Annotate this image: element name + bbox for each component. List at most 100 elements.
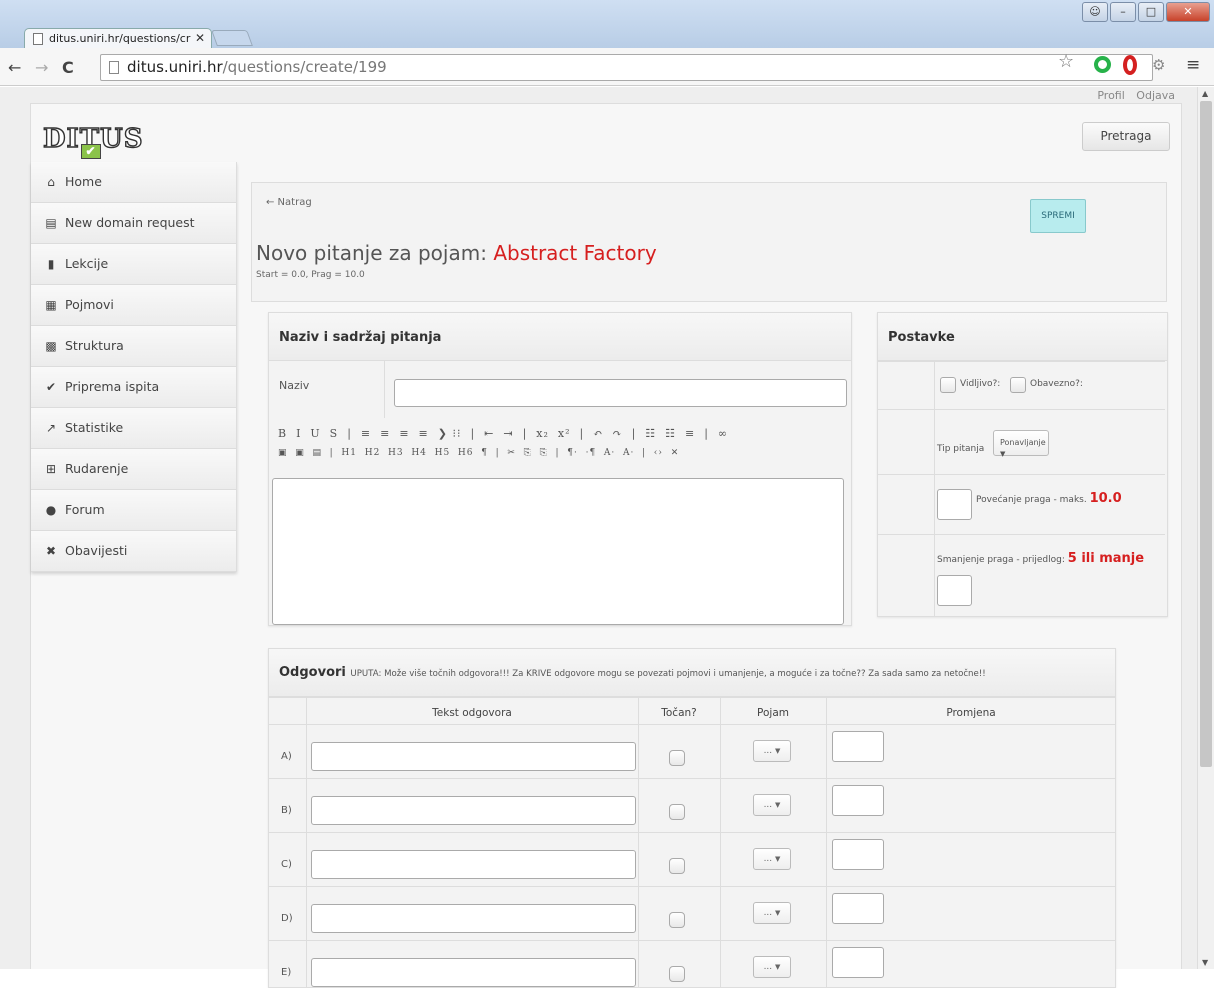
answers-panel-header: Odgovori UPUTA: Može više točnih odgovor… (269, 649, 1115, 697)
sidebar-item-struktura[interactable]: ▩ Struktura (31, 326, 236, 367)
decrease-input[interactable] (937, 575, 972, 606)
maximize-icon[interactable]: □ (1138, 2, 1164, 22)
chevron-down-icon: ▼ (775, 855, 781, 863)
answer-text-input[interactable] (311, 850, 636, 879)
sidebar-item-obavijesti[interactable]: ✖ Obavijesti (31, 531, 236, 572)
concept-dropdown[interactable]: ... ▼ (753, 956, 791, 978)
sidebar-item-statistike[interactable]: ↗ Statistike (31, 408, 236, 449)
type-label: Tip pitanja (937, 444, 985, 454)
change-input[interactable] (832, 731, 884, 762)
answers-instructions: UPUTA: Može više točnih odgovora!!! Za K… (350, 669, 986, 679)
concept-dropdown[interactable]: ... ▼ (753, 902, 791, 924)
answer-row: C)... ▼ (269, 832, 1115, 886)
scroll-thumb[interactable] (1200, 101, 1212, 767)
save-button[interactable]: SPREMI (1030, 199, 1086, 233)
close-tab-icon[interactable]: ✕ (195, 31, 205, 45)
browser-tab[interactable]: ditus.uniri.hr/questions/cr ✕ (24, 28, 212, 49)
odjava-link[interactable]: Odjava (1136, 89, 1175, 102)
new-tab-button[interactable] (211, 30, 253, 46)
sidebar-item-new-domain-request[interactable]: ▤ New domain request (31, 203, 236, 244)
type-select[interactable]: Ponavljanje ▼ (993, 430, 1049, 458)
answer-row: A) ... ▼ (269, 724, 1115, 778)
sidebar-item-rudarenje[interactable]: ⊞ Rudarenje (31, 449, 236, 490)
back-link[interactable]: ← Natrag (266, 197, 312, 208)
chart-icon: ↗ (45, 421, 57, 435)
required-checkbox[interactable] (1010, 377, 1026, 393)
increase-max: 10.0 (1089, 491, 1122, 506)
answer-text-input[interactable] (311, 958, 636, 987)
sidebar-item-label: Statistike (65, 420, 124, 435)
divider (934, 475, 935, 534)
settings-panel-title: Postavke (878, 313, 1167, 361)
content-editor[interactable] (272, 478, 844, 625)
hamburger-icon[interactable]: ≡ (1186, 55, 1200, 75)
opera-icon[interactable] (1123, 55, 1137, 75)
window-controls: ☺ – □ ✕ (1082, 2, 1210, 22)
sidebar-item-label: Forum (65, 502, 105, 517)
change-input[interactable] (832, 839, 884, 870)
concept-dropdown[interactable]: ... ▼ (753, 740, 791, 762)
visible-checkbox[interactable] (940, 377, 956, 393)
scrollbar[interactable]: ▲ ▼ (1197, 87, 1214, 969)
answer-correct-checkbox[interactable] (669, 750, 685, 766)
qr-icon: ▩ (45, 339, 57, 353)
decrease-text: Smanjenje praga - prijedlog: (937, 555, 1065, 565)
address-bar[interactable]: ditus.uniri.hr/questions/create/199 (100, 54, 1153, 81)
ditus-logo[interactable]: DITUS ✔ (42, 123, 144, 159)
concept-dropdown[interactable]: ... ▼ (753, 794, 791, 816)
change-input[interactable] (832, 785, 884, 816)
profil-link[interactable]: Profil (1097, 89, 1124, 102)
chevron-down-icon: ▼ (775, 909, 781, 917)
back-icon[interactable]: ← (8, 58, 21, 77)
home-icon: ⌂ (47, 175, 55, 189)
answer-row: D)... ▼ (269, 886, 1115, 940)
col-text-header: Tekst odgovora (432, 707, 512, 719)
answer-correct-checkbox[interactable] (669, 804, 685, 820)
answer-letter: A) (281, 751, 292, 762)
dropdown-label: ... (763, 746, 773, 756)
answer-correct-checkbox[interactable] (669, 912, 685, 928)
divider (306, 779, 307, 832)
answer-correct-checkbox[interactable] (669, 858, 685, 874)
page-viewport: Profil Odjava DITUS ✔ Pretraga ⌂ Home ▤ New … (0, 87, 1197, 988)
change-input[interactable] (832, 947, 884, 978)
user-icon[interactable]: ☺ (1082, 2, 1108, 22)
extension-green-icon[interactable] (1094, 56, 1111, 73)
dropdown-label: ... (763, 800, 773, 810)
answer-text-input[interactable] (311, 742, 636, 771)
divider (306, 833, 307, 886)
divider (306, 725, 307, 778)
editor-toolbar[interactable]: B I U S | ≡ ≡ ≡ ≡ ❯ ⁝⁝ | ⇤ ⇥ | x₂ x² | ↶… (272, 421, 844, 475)
change-input[interactable] (832, 893, 884, 924)
answer-correct-checkbox[interactable] (669, 966, 685, 982)
star-icon[interactable]: ☆ (1058, 51, 1074, 72)
forward-icon[interactable]: → (35, 58, 48, 77)
extension-icon[interactable]: ⚙ (1152, 56, 1165, 74)
minimize-icon[interactable]: – (1110, 2, 1136, 22)
answer-text-input[interactable] (311, 904, 636, 933)
sidebar-item-pojmovi[interactable]: ▦ Pojmovi (31, 285, 236, 326)
editor-toolbar-row2[interactable]: ▣ ▣ ▤ | H1 H2 H3 H4 H5 H6 ¶ | ✂ ⎘ ⎘ | ¶·… (272, 440, 844, 458)
sidebar-item-label: New domain request (65, 215, 195, 230)
increase-input[interactable] (937, 489, 972, 520)
page-title: Novo pitanje za pojam: Abstract Factory (256, 241, 657, 265)
divider (638, 833, 639, 886)
search-button[interactable]: Pretraga (1082, 122, 1170, 151)
sidebar-item-forum[interactable]: ● Forum (31, 490, 236, 531)
decrease-suggest: 5 ili manje (1067, 551, 1145, 566)
scroll-down-icon[interactable]: ▼ (1202, 958, 1208, 967)
divider (826, 779, 827, 832)
answer-text-input[interactable] (311, 796, 636, 825)
url-path: /questions/create/199 (222, 58, 387, 76)
sidebar-item-lekcije[interactable]: ▮ Lekcije (31, 244, 236, 285)
divider (826, 725, 827, 778)
close-window-icon[interactable]: ✕ (1166, 2, 1210, 22)
name-input[interactable] (394, 379, 847, 407)
sidebar-item-home[interactable]: ⌂ Home (31, 162, 236, 203)
scroll-up-icon[interactable]: ▲ (1202, 89, 1208, 98)
editor-toolbar-row1[interactable]: B I U S | ≡ ≡ ≡ ≡ ❯ ⁝⁝ | ⇤ ⇥ | x₂ x² | ↶… (272, 421, 844, 440)
book-icon: ▮ (47, 257, 55, 271)
reload-icon[interactable]: C (62, 58, 74, 77)
sidebar-item-priprema-ispita[interactable]: ✔ Priprema ispita (31, 367, 236, 408)
concept-dropdown[interactable]: ... ▼ (753, 848, 791, 870)
